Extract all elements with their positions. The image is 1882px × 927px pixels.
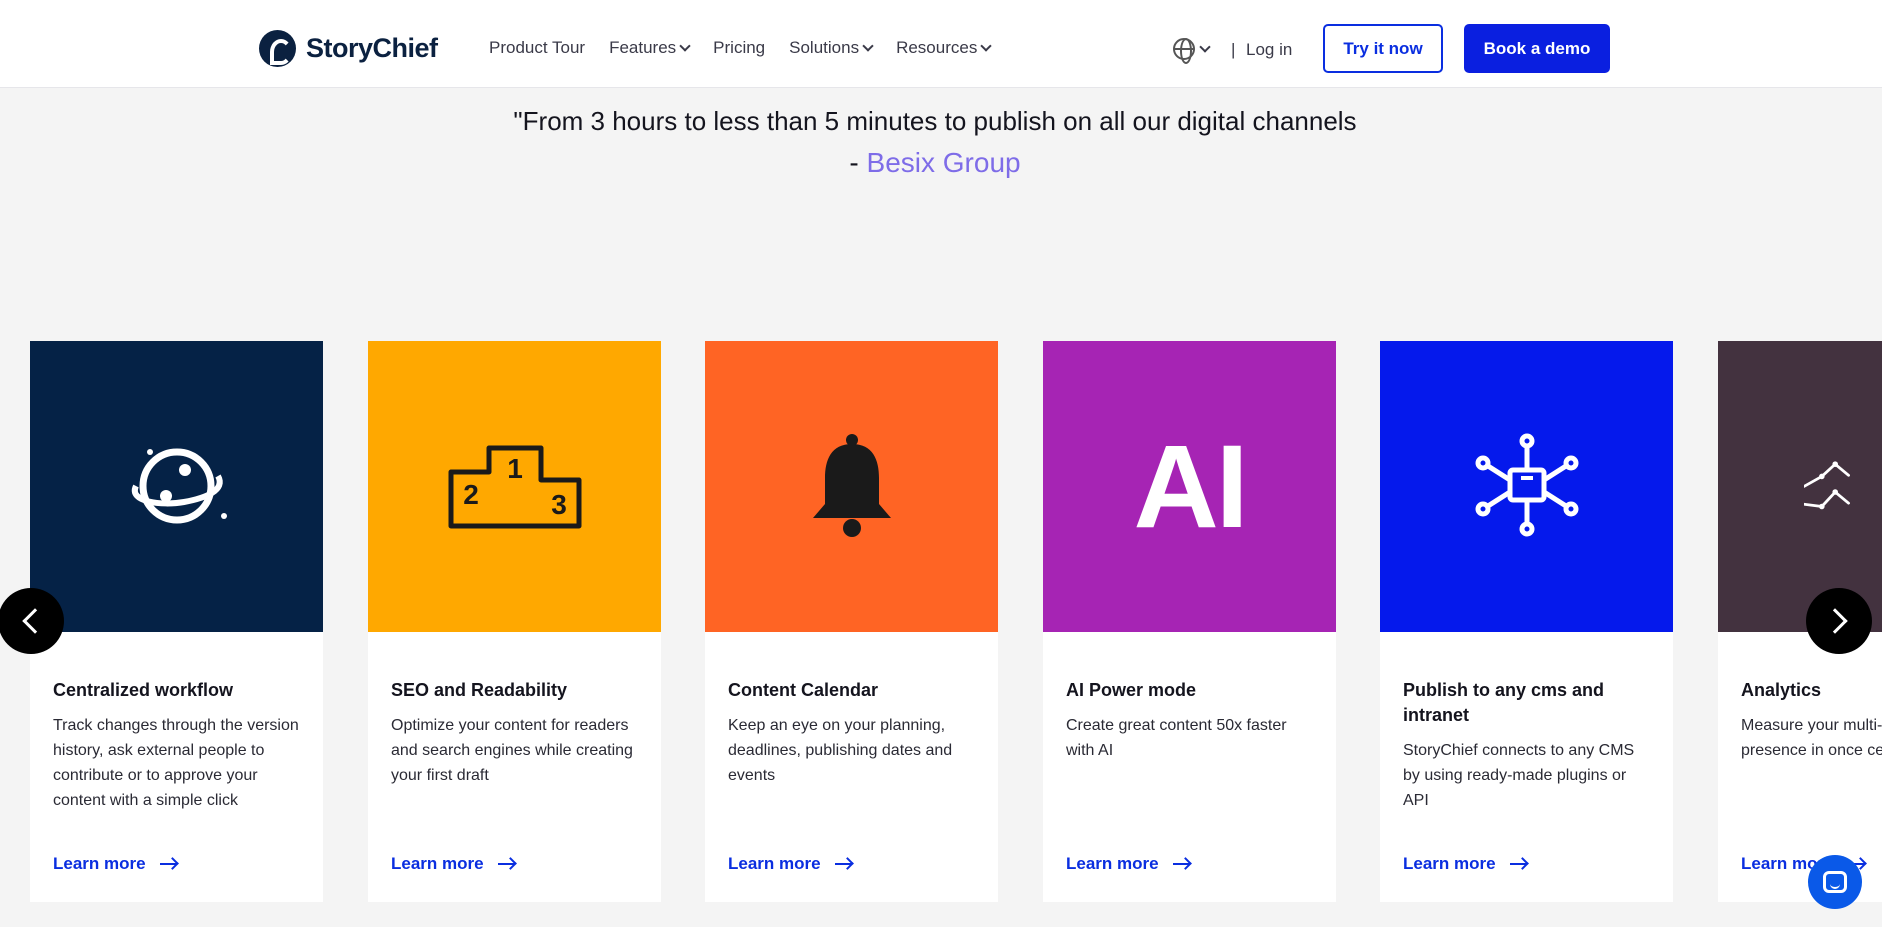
card-tile [1718, 341, 1882, 632]
card-title: Content Calendar [728, 680, 879, 700]
chevron-down-icon [1199, 40, 1211, 53]
podium-first: 1 [507, 453, 523, 484]
testimonial-quote: "From 3 hours to less than 5 minutes to … [513, 106, 1357, 136]
card-title: SEO and Readability [391, 680, 568, 700]
testimonial-attribution: - Besix Group [0, 147, 1870, 179]
podium-third: 3 [551, 489, 567, 520]
card-tile [705, 341, 998, 632]
logo-icon [259, 30, 296, 67]
card-tile: 1 2 3 [368, 341, 661, 632]
learn-more-label: Learn more [728, 854, 821, 873]
chat-launcher-button[interactable] [1808, 855, 1862, 909]
nav-product-tour[interactable]: Product Tour [489, 38, 585, 58]
language-selector[interactable] [1173, 38, 1211, 64]
learn-more-link[interactable]: Learn more [391, 854, 514, 874]
testimonial-company-link[interactable]: Besix Group [867, 147, 1021, 178]
nav-pricing[interactable]: Pricing [713, 38, 765, 58]
card-title: AI Power mode [1066, 680, 1197, 700]
feature-card-centralized-workflow[interactable]: Centralized workflow Track changes throu… [30, 341, 323, 902]
feature-card-content-calendar[interactable]: Content Calendar Keep an eye on your pla… [705, 341, 998, 902]
attribution-dash: - [849, 147, 867, 178]
podium-second: 2 [463, 479, 479, 510]
ai-icon: AI [1133, 420, 1249, 553]
arrow-right-icon [1172, 863, 1189, 865]
card-description: Track changes through the version histor… [53, 717, 299, 809]
nav-label: Product Tour [489, 38, 586, 57]
card-title: Analytics [1741, 680, 1822, 700]
brand-name: StoryChief [306, 33, 438, 63]
nav-separator: | [1231, 40, 1236, 59]
planet-icon [131, 448, 227, 523]
card-description: Measure your multi-channel presence in o… [1741, 717, 1882, 759]
nav-solutions[interactable]: Solutions [789, 38, 874, 58]
card-title: Centralized workflow [53, 680, 234, 700]
learn-more-link[interactable]: Learn more [53, 854, 176, 874]
chat-icon [1823, 871, 1847, 893]
storychief-logo[interactable]: StoryChief [259, 30, 438, 67]
chevron-down-icon [980, 39, 993, 52]
podium-icon: 1 2 3 [448, 445, 581, 528]
card-tile [30, 341, 323, 632]
chevron-right-icon [1822, 608, 1848, 634]
main-nav: Product Tour Features Pricing Solutions … [489, 38, 993, 58]
chevron-left-icon [22, 608, 48, 634]
book-demo-button[interactable]: Book a demo [1464, 24, 1610, 73]
bell-icon [812, 433, 891, 537]
card-description: Optimize your content for readers and se… [391, 717, 633, 784]
globe-icon [1173, 38, 1195, 64]
network-hub-icon [1475, 433, 1578, 536]
login-link[interactable]: Log in [1246, 40, 1292, 60]
chevron-down-icon [679, 39, 691, 52]
card-title: Publish to any cms and intranet [1403, 680, 1605, 725]
learn-more-link[interactable]: Learn more [728, 854, 851, 874]
carousel-next-button[interactable] [1806, 588, 1872, 654]
nav-label: Features [609, 38, 677, 57]
try-it-now-button[interactable]: Try it now [1323, 24, 1443, 73]
arrow-right-icon [159, 863, 176, 865]
feature-card-ai-power-mode[interactable]: AI AI Power mode Create great content 50… [1043, 341, 1336, 902]
site-header: StoryChief Product Tour Features Pricing… [0, 0, 1882, 88]
learn-more-link[interactable]: Learn more [1403, 854, 1526, 874]
arrow-right-icon [1509, 863, 1526, 865]
nav-resources[interactable]: Resources [896, 38, 993, 58]
card-description: StoryChief connects to any CMS by using … [1403, 742, 1635, 809]
card-tile: AI [1043, 341, 1336, 632]
line-chart-icon [1804, 460, 1850, 509]
nav-label: Solutions [789, 38, 860, 57]
learn-more-label: Learn more [53, 854, 146, 873]
nav-label: Resources [896, 38, 978, 57]
nav-features[interactable]: Features [609, 38, 691, 58]
chevron-down-icon [862, 39, 874, 52]
learn-more-label: Learn more [1066, 854, 1159, 873]
carousel-prev-button[interactable] [0, 588, 64, 654]
nav-label: Pricing [713, 38, 766, 57]
learn-more-link[interactable]: Learn more [1066, 854, 1189, 874]
card-description: Create great content 50x faster with AI [1066, 717, 1287, 759]
feature-card-seo-readability[interactable]: 1 2 3 SEO and Readability Optimize your … [368, 341, 661, 902]
card-tile [1380, 341, 1673, 632]
feature-card-publish-cms[interactable]: Publish to any cms and intranet StoryChi… [1380, 341, 1673, 902]
card-description: Keep an eye on your planning, deadlines,… [728, 717, 953, 784]
learn-more-label: Learn more [391, 854, 484, 873]
arrow-right-icon [497, 863, 514, 865]
arrow-right-icon [834, 863, 851, 865]
learn-more-label: Learn more [1403, 854, 1496, 873]
